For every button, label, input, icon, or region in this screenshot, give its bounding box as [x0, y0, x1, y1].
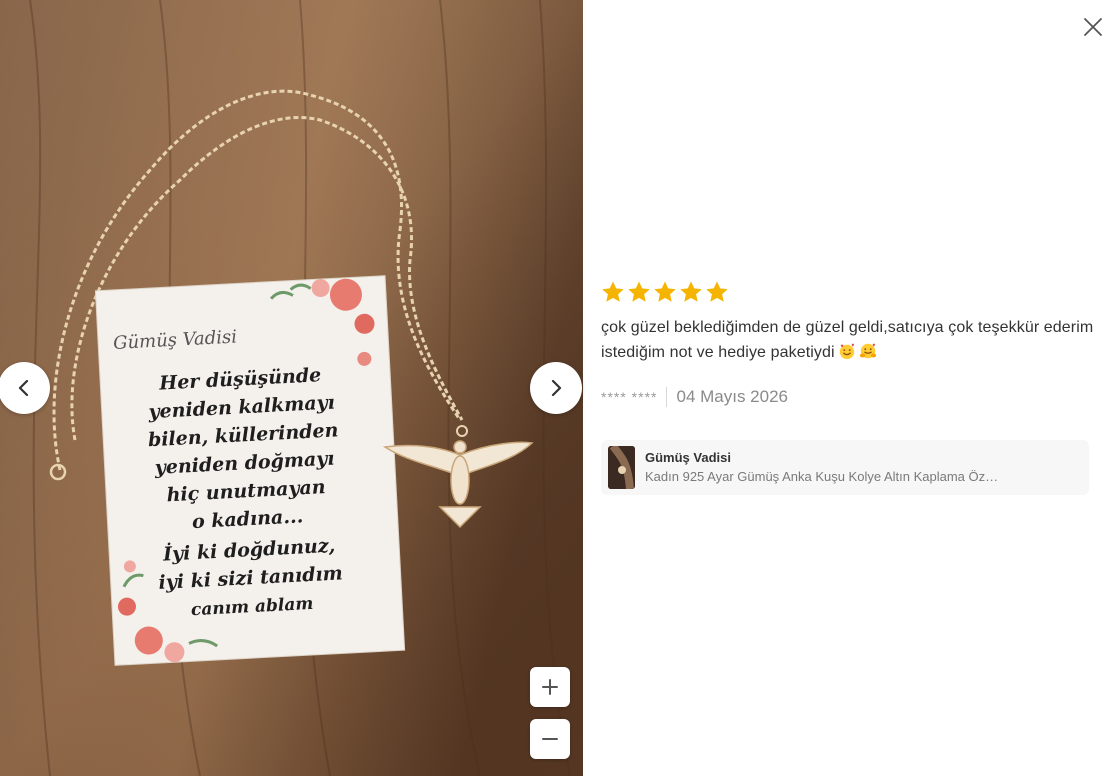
star-icon	[654, 281, 676, 302]
star-icon	[706, 281, 728, 302]
product-thumbnail	[608, 446, 635, 489]
plus-icon	[542, 679, 558, 695]
review-date: 04 Mayıs 2026	[676, 387, 788, 406]
next-image-button[interactable]	[530, 362, 582, 414]
product-seller: Gümüş Vadisi	[645, 450, 731, 465]
star-icon	[602, 281, 624, 302]
minus-icon	[542, 738, 558, 740]
review-meta: **** **** 04 Mayıs 2026	[601, 385, 1101, 409]
review-photo-image: Gümüş Vadisi Her düşüşünde yeniden kalkm…	[0, 0, 583, 776]
review-author: **** ****	[601, 389, 658, 405]
close-button[interactable]	[1080, 14, 1106, 40]
hugging-face-icon	[859, 343, 876, 359]
star-icon	[628, 281, 650, 302]
close-icon	[1084, 18, 1102, 36]
zoom-out-button[interactable]	[530, 719, 570, 759]
review-photo: Gümüş Vadisi Her düşüşünde yeniden kalkm…	[0, 0, 583, 776]
previous-image-button[interactable]	[0, 362, 50, 414]
product-name[interactable]: Kadın 925 Ayar Gümüş Anka Kuşu Kolye Alt…	[645, 467, 1000, 486]
chevron-right-icon	[551, 379, 562, 397]
product-card[interactable]: Gümüş Vadisi Kadın 925 Ayar Gümüş Anka K…	[601, 440, 1089, 495]
divider	[666, 387, 668, 407]
star-rating	[601, 280, 1101, 306]
product-thumbnail-image	[608, 446, 635, 489]
chevron-left-icon	[18, 379, 29, 397]
review-comment: çok güzel beklediğimden de güzel geldi,s…	[601, 315, 1101, 365]
zoom-in-button[interactable]	[530, 667, 570, 707]
product-info: Gümüş Vadisi Kadın 925 Ayar Gümüş Anka K…	[645, 449, 1075, 486]
smiling-face-with-hearts-icon	[839, 343, 854, 360]
star-icon	[680, 281, 702, 302]
review-panel: çok güzel beklediğimden de güzel geldi,s…	[601, 280, 1101, 409]
